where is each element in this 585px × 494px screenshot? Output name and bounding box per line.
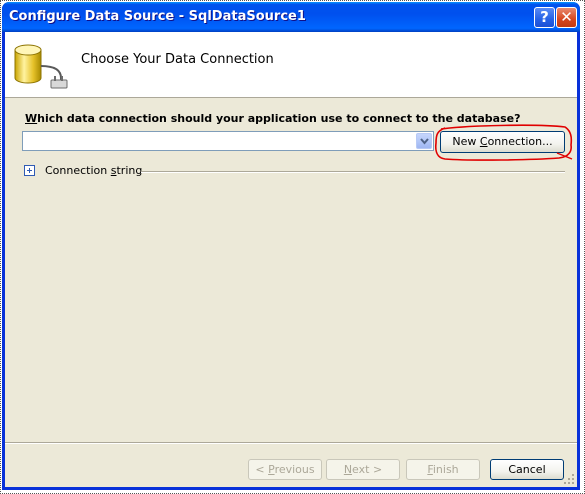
resize-grip-icon[interactable] <box>563 473 575 485</box>
new-connection-label-prefix: New <box>452 135 480 148</box>
expand-plus-icon[interactable] <box>24 165 35 176</box>
question-text: hich data connection should your applica… <box>37 112 521 125</box>
next-button[interactable]: Next > <box>326 459 400 480</box>
connection-dropdown[interactable] <box>22 131 434 151</box>
accelerator-c: C <box>479 135 488 148</box>
finish-label-rest: inish <box>432 463 459 476</box>
connection-string-label-rest: tring <box>116 164 143 177</box>
wizard-header: Choose Your Data Connection <box>5 32 577 98</box>
dialog-client-area: Choose Your Data Connection Which data c… <box>5 32 577 487</box>
dialog-window: Configure Data Source - SqlDataSource1 ?… <box>2 2 580 490</box>
new-connection-button[interactable]: New Connection... <box>440 131 565 153</box>
previous-label-prefix: < <box>255 463 269 476</box>
connection-string-toggle[interactable]: Connection string <box>45 164 142 177</box>
previous-label-rest: revious <box>274 463 315 476</box>
connection-string-label-prefix: Connection <box>45 164 111 177</box>
title-bar[interactable]: Configure Data Source - SqlDataSource1 ?… <box>2 2 580 32</box>
accelerator-w: W <box>25 112 38 125</box>
window-title: Configure Data Source - SqlDataSource1 <box>9 9 306 24</box>
page-title: Choose Your Data Connection <box>81 52 274 67</box>
accelerator-n: N <box>343 463 353 476</box>
chevron-down-icon <box>420 138 429 145</box>
dropdown-arrow-button[interactable] <box>416 133 432 149</box>
next-label-rest: ext > <box>352 463 383 476</box>
footer-divider <box>5 442 577 444</box>
new-connection-label-rest: onnection... <box>487 135 553 148</box>
help-button[interactable]: ? <box>534 7 555 28</box>
connection-question-label: Which data connection should your applic… <box>25 112 520 125</box>
finish-button[interactable]: Finish <box>406 459 480 480</box>
previous-button[interactable]: < Previous <box>248 459 322 480</box>
database-plug-icon <box>11 42 69 95</box>
close-button[interactable]: ✕ <box>556 7 577 28</box>
cancel-button[interactable]: Cancel <box>490 459 564 480</box>
connection-string-divider <box>141 171 565 173</box>
